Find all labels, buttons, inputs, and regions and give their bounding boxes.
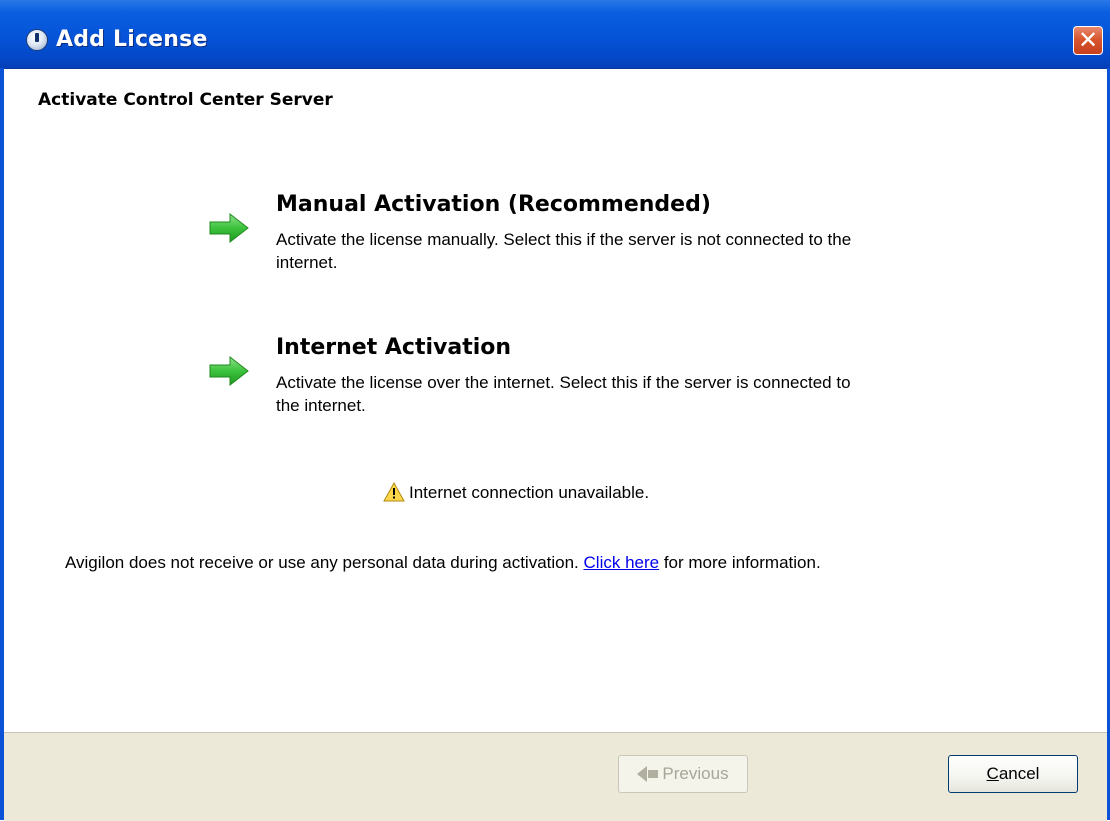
cancel-accelerator: C	[986, 764, 999, 783]
internet-activation-title[interactable]: Internet Activation	[276, 335, 511, 360]
window-border-left	[0, 68, 4, 820]
green-arrow-icon	[209, 212, 249, 244]
window-title: Add License	[56, 27, 208, 52]
previous-label: Previous	[662, 764, 729, 783]
footer-bar: Previous Cancel	[4, 732, 1107, 821]
more-info-link[interactable]: Click here	[584, 553, 660, 572]
back-arrow-stem	[648, 769, 659, 778]
app-icon	[26, 29, 48, 51]
manual-activation-description: Activate the license manually. Select th…	[276, 230, 852, 272]
close-button[interactable]: ✕	[1073, 26, 1103, 55]
internet-activation-description: Activate the license over the internet. …	[276, 373, 851, 415]
privacy-text-before: Avigilon does not receive or use any per…	[65, 553, 584, 572]
title-bar[interactable]: Add License ✕	[0, 0, 1110, 69]
privacy-notice: Avigilon does not receive or use any per…	[65, 553, 821, 573]
warning-text: Internet connection unavailable.	[409, 483, 650, 502]
back-arrow-icon	[637, 765, 648, 782]
cancel-label: ancel	[998, 764, 1040, 783]
manual-activation-option[interactable]: Manual Activation (Recommended) Activate…	[208, 192, 908, 292]
page-heading: Activate Control Center Server	[38, 90, 333, 110]
green-arrow-icon	[209, 355, 249, 387]
cancel-button[interactable]: Cancel	[948, 755, 1078, 793]
add-license-dialog: Add License ✕ Activate Control Center Se…	[0, 0, 1110, 821]
warning-icon	[383, 481, 405, 502]
privacy-text-after: for more information.	[659, 553, 821, 572]
connection-warning: Internet connection unavailable.	[383, 481, 650, 504]
internet-activation-option[interactable]: Internet Activation Activate the license…	[208, 335, 908, 435]
previous-button[interactable]: Previous	[618, 755, 748, 793]
manual-activation-title[interactable]: Manual Activation (Recommended)	[276, 192, 711, 217]
